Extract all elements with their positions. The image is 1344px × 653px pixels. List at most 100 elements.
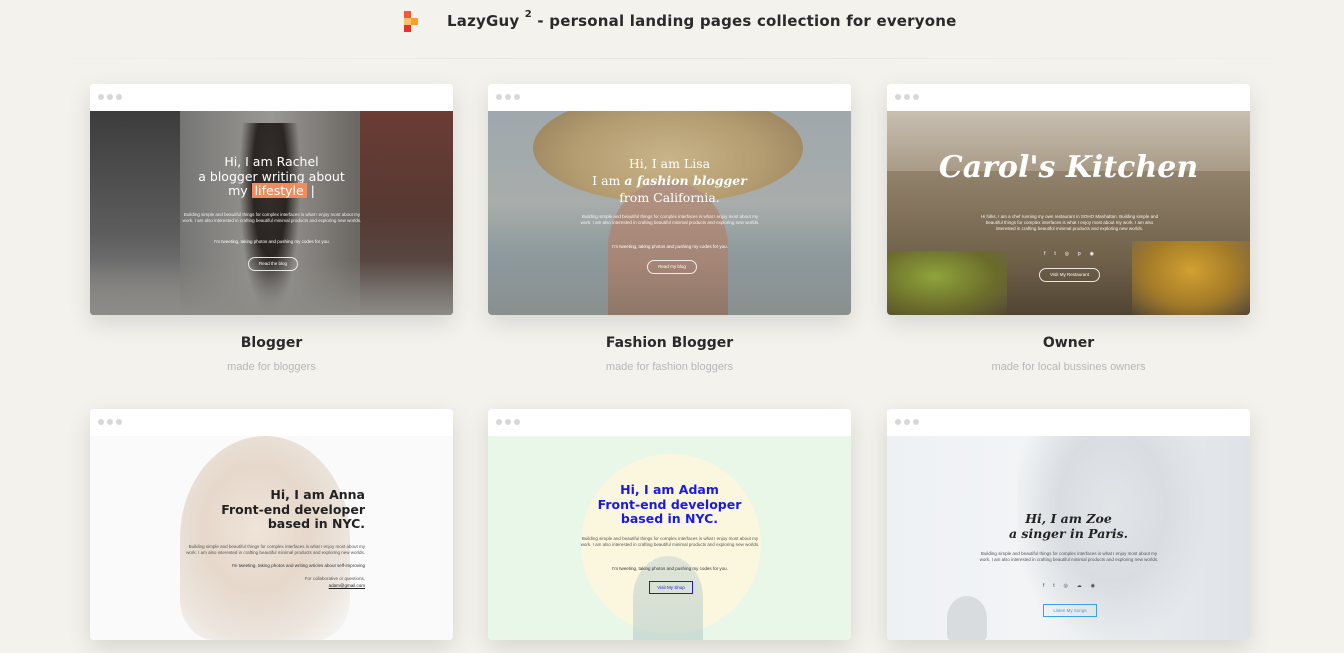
developer-adam-preview[interactable]: Hi, I am Adam Front-end developer based … <box>488 436 851 640</box>
browser-chrome <box>887 409 1250 436</box>
twitter-icon[interactable]: t <box>1054 251 1055 257</box>
card-subtitle: made for bloggers <box>227 361 316 373</box>
window-dot-icon <box>895 419 901 425</box>
preview-email[interactable]: adam@gmail.com <box>180 583 365 589</box>
template-card-fashion-blogger[interactable]: Hi, I am Lisa I am a fashion blogger fro… <box>488 84 851 373</box>
card-title[interactable]: Fashion Blogger <box>488 335 851 351</box>
soundcloud-icon[interactable]: ☁ <box>1077 583 1082 589</box>
window-dot-icon <box>514 94 520 100</box>
heading-line: from California. <box>619 190 720 205</box>
heading-emphasis: a fashion blogger <box>624 173 747 188</box>
template-card-owner[interactable]: Carol's Kitchen Hi folks, I am a chef ru… <box>887 84 1250 373</box>
lazyguy-logo-icon[interactable] <box>404 11 418 33</box>
pinterest-icon[interactable]: p <box>1078 251 1081 257</box>
card-title[interactable]: Owner <box>887 335 1250 351</box>
template-card-developer-anna[interactable]: Hi, I am Anna Front-end developer based … <box>90 409 453 640</box>
card-title[interactable]: Blogger <box>90 335 453 351</box>
highlight-word: lifestyle <box>251 183 307 198</box>
template-card-developer-adam[interactable]: Hi, I am Adam Front-end developer based … <box>488 409 851 640</box>
dribbble-icon[interactable]: ◉ <box>1090 251 1094 257</box>
heading-line: based in NYC. <box>267 516 365 531</box>
preview-body: Building simple and beautiful things for… <box>580 536 760 547</box>
window-dot-icon <box>496 419 502 425</box>
heading-line: Hi, I am Rachel <box>224 154 319 169</box>
heading-line: Hi, I am Anna <box>270 487 365 502</box>
visit-shop-button[interactable]: Visit My Shop <box>649 581 693 594</box>
card-subtitle: made for local bussines owners <box>991 361 1146 373</box>
heading-line: Hi, I am Adam <box>620 482 719 497</box>
browser-chrome <box>488 84 851 111</box>
site-tagline: - personal landing pages collection for … <box>537 12 957 30</box>
browser-chrome <box>90 84 453 111</box>
preview-contact: For collaborative or questions, <box>304 576 365 581</box>
instagram-icon[interactable]: ◎ <box>1064 583 1068 589</box>
owner-preview[interactable]: Carol's Kitchen Hi folks, I am a chef ru… <box>887 111 1250 315</box>
brand-version: 2 <box>524 9 532 20</box>
browser-frame: Hi, I am Rachel a blogger writing about … <box>90 84 453 315</box>
browser-frame: Hi, I am Anna Front-end developer based … <box>90 409 453 640</box>
blogger-preview[interactable]: Hi, I am Rachel a blogger writing about … <box>90 111 453 315</box>
listen-songs-button[interactable]: Listen My Songs <box>1043 604 1097 617</box>
window-dot-icon <box>895 94 901 100</box>
portrait-photo <box>180 436 350 640</box>
facebook-icon[interactable]: f <box>1044 251 1045 257</box>
heading-line: Front-end developer <box>221 501 365 517</box>
window-dot-icon <box>505 419 511 425</box>
preview-body: Building simple and beautiful things for… <box>186 544 365 555</box>
browser-frame: Hi, I am Zoe a singer in Paris. Building… <box>887 409 1250 640</box>
window-dot-icon <box>107 419 113 425</box>
restaurant-logo-text: Carol's Kitchen <box>938 150 1199 185</box>
preview-heading: Hi, I am Zoe a singer in Paris. <box>887 511 1250 541</box>
heading-line: Front-end developer <box>597 496 742 512</box>
preview-heading: Hi, I am Rachel a blogger writing about … <box>90 154 453 199</box>
window-dot-icon <box>116 94 122 100</box>
social-icons: f t ◎ ☁ ◉ <box>1043 583 1095 589</box>
read-blog-button[interactable]: Read the blog <box>248 257 298 271</box>
preview-links: I'm tweeting, taking photos and pushing … <box>214 239 330 244</box>
window-dot-icon <box>913 94 919 100</box>
heading-line: a blogger writing about <box>198 168 345 184</box>
window-dot-icon <box>904 419 910 425</box>
preview-body: Building simple and beautiful things for… <box>979 551 1159 562</box>
brand-name: LazyGuy <box>447 12 520 30</box>
browser-frame: Carol's Kitchen Hi folks, I am a chef ru… <box>887 84 1250 315</box>
browser-frame: Hi, I am Lisa I am a fashion blogger fro… <box>488 84 851 315</box>
heading-line: based in NYC. <box>620 511 719 526</box>
heading-line: Hi, I am Lisa <box>628 156 711 171</box>
facebook-icon[interactable]: f <box>1043 583 1044 589</box>
spotify-icon[interactable]: ◉ <box>1091 583 1095 589</box>
header-divider <box>0 58 1344 59</box>
developer-anna-preview[interactable]: Hi, I am Anna Front-end developer based … <box>90 436 453 640</box>
preview-links: I'm tweeting, taking photos and pushing … <box>612 566 728 571</box>
social-icons: f t ◎ p ◉ <box>1044 251 1094 257</box>
window-dot-icon <box>514 419 520 425</box>
read-blog-button[interactable]: Read my blog <box>647 260 697 274</box>
heading-line: my <box>228 183 248 198</box>
singer-zoe-preview[interactable]: Hi, I am Zoe a singer in Paris. Building… <box>887 436 1250 640</box>
vegetables-photo <box>887 251 1007 315</box>
preview-heading: Hi, I am Lisa I am a fashion blogger fro… <box>488 155 851 206</box>
preview-body: Building simple and beautiful things for… <box>580 214 760 225</box>
twitter-icon[interactable]: t <box>1053 583 1054 589</box>
browser-frame: Hi, I am Adam Front-end developer based … <box>488 409 851 640</box>
site-header: LazyGuy 2 - personal landing pages colle… <box>0 0 1344 44</box>
window-dot-icon <box>913 419 919 425</box>
window-dot-icon <box>98 94 104 100</box>
template-card-singer-zoe[interactable]: Hi, I am Zoe a singer in Paris. Building… <box>887 409 1250 640</box>
preview-heading: Hi, I am Anna Front-end developer based … <box>221 487 365 532</box>
window-dot-icon <box>904 94 910 100</box>
preview-links: I'm tweeting, taking photos and pushing … <box>612 244 728 249</box>
window-dot-icon <box>107 94 113 100</box>
window-dot-icon <box>505 94 511 100</box>
window-dot-icon <box>98 419 104 425</box>
window-dot-icon <box>116 419 122 425</box>
fashion-blogger-preview[interactable]: Hi, I am Lisa I am a fashion blogger fro… <box>488 111 851 315</box>
preview-body: Hi folks, I am a chef running my own res… <box>980 214 1159 231</box>
template-card-blogger[interactable]: Hi, I am Rachel a blogger writing about … <box>90 84 453 373</box>
fruit-basket-photo <box>1132 241 1250 315</box>
visit-restaurant-button[interactable]: Visit My Restaurant <box>1039 268 1100 282</box>
instagram-icon[interactable]: ◎ <box>1065 251 1069 257</box>
browser-chrome <box>488 409 851 436</box>
heading-line: I am <box>592 173 621 188</box>
browser-chrome <box>90 409 453 436</box>
